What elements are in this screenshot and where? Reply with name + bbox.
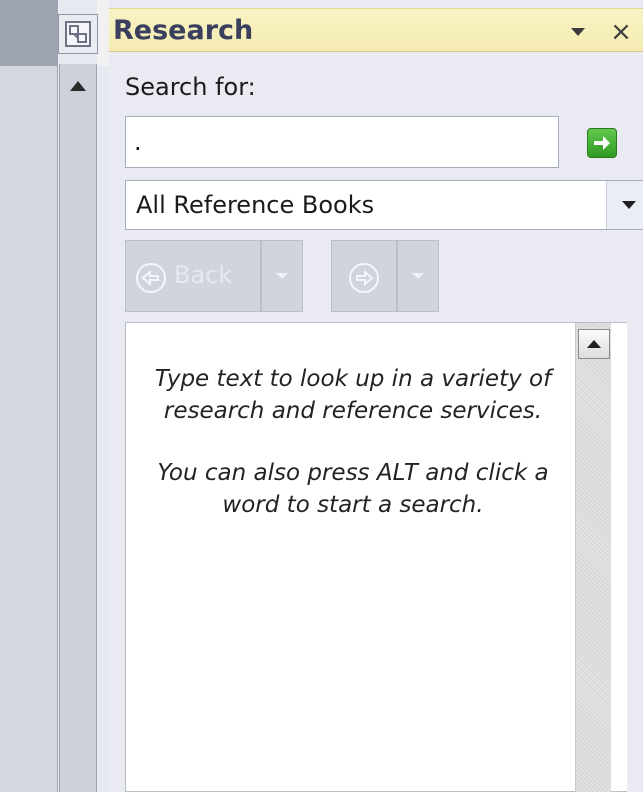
task-pane-toggle-button[interactable]: [58, 14, 98, 54]
reference-source-dropdown[interactable]: All Reference Books: [125, 180, 643, 230]
forward-button[interactable]: [331, 240, 397, 312]
back-label: Back: [174, 261, 233, 289]
research-pane: Research × Search for: All Reference Boo…: [109, 0, 643, 792]
search-input[interactable]: [125, 116, 559, 168]
dropdown-triangle-icon: [571, 28, 585, 36]
gutter-header: [0, 0, 58, 66]
left-circle-arrow-icon: [136, 263, 166, 293]
help-text-1: Type text to look up in a variety of res…: [154, 366, 552, 424]
strip-scroll-up-button[interactable]: [64, 72, 92, 100]
up-triangle-icon: [70, 81, 86, 91]
results-panel: Type text to look up in a variety of res…: [125, 322, 627, 792]
results-message: Type text to look up in a variety of res…: [148, 363, 558, 551]
selected-source: All Reference Books: [136, 191, 375, 219]
dropdown-arrow-button[interactable]: [606, 181, 643, 229]
chevron-down-icon: [276, 273, 288, 279]
scroll-up-button[interactable]: [578, 329, 610, 359]
close-icon: ×: [610, 17, 632, 47]
results-scrollbar[interactable]: [575, 323, 611, 792]
pane-title: Research: [113, 15, 254, 46]
green-arrow-icon: [594, 136, 610, 150]
back-history-dropdown[interactable]: [261, 240, 303, 312]
help-text-2: You can also press ALT and click a word …: [157, 460, 549, 518]
forward-history-dropdown[interactable]: [397, 240, 439, 312]
gutter-spacer: [97, 0, 109, 66]
start-search-button[interactable]: [587, 128, 617, 158]
side-strip: [59, 64, 97, 792]
right-circle-arrow-icon: [349, 263, 379, 293]
search-label: Search for:: [125, 73, 256, 101]
pane-menu-button[interactable]: [567, 23, 589, 41]
chevron-down-icon: [621, 201, 636, 209]
up-triangle-icon: [587, 340, 601, 348]
chevron-down-icon: [412, 273, 424, 279]
close-button[interactable]: ×: [605, 17, 637, 47]
pane-header: Research ×: [109, 8, 643, 52]
pane-window-icon: [65, 21, 91, 47]
left-gutter: [0, 0, 58, 792]
back-button[interactable]: Back: [125, 240, 261, 312]
